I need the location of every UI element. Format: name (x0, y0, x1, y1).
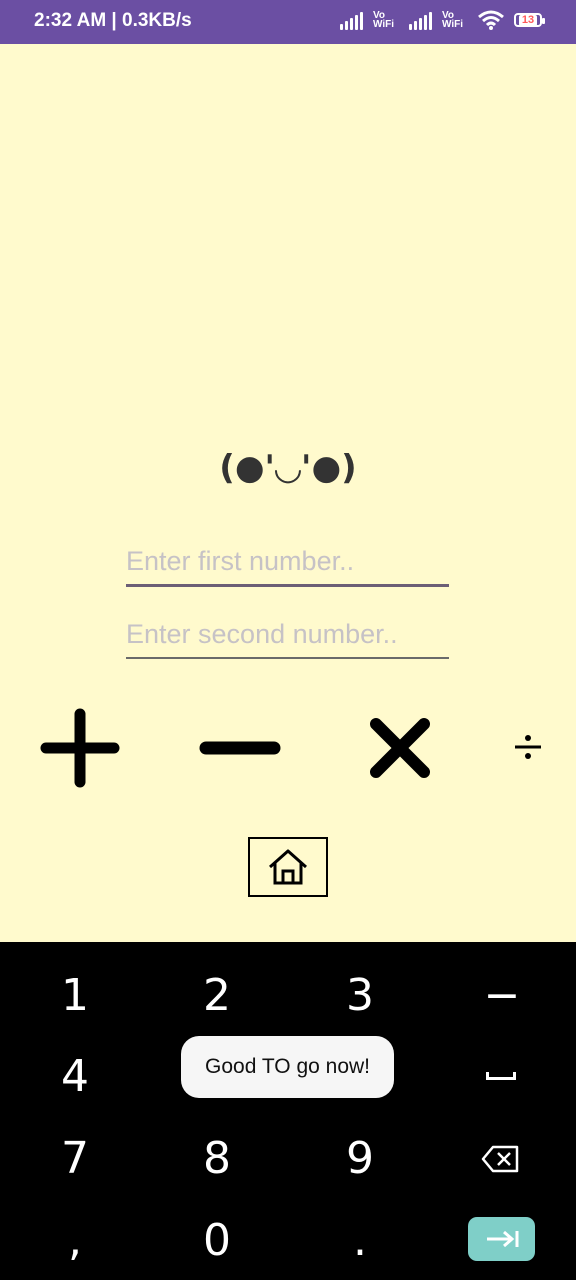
first-number-input[interactable] (126, 538, 449, 587)
signal-icon-2 (409, 10, 432, 30)
key-0[interactable]: 0 (167, 1206, 267, 1276)
status-bar: 2:32 AM | 0.3KB/s Vo WiFi Vo WiFi 13 (0, 0, 576, 44)
key-comma[interactable]: , (25, 1206, 125, 1276)
minus-button[interactable] (198, 736, 282, 760)
key-2[interactable]: 2 (167, 961, 267, 1031)
status-time: 2:32 AM | 0.3KB/s (34, 10, 192, 31)
backspace-icon[interactable] (481, 1144, 521, 1174)
toast-message: Good TO go now! (181, 1036, 394, 1098)
key-8[interactable]: 8 (167, 1124, 267, 1194)
key-minus[interactable]: − (452, 961, 552, 1031)
kaomoji-face: (●'◡'●) (219, 448, 357, 488)
tab-arrow-icon (486, 1230, 518, 1248)
key-3[interactable]: 3 (310, 961, 410, 1031)
second-number-input[interactable] (126, 611, 449, 659)
home-icon (269, 849, 307, 885)
key-7[interactable]: 7 (25, 1124, 125, 1194)
multiply-button[interactable] (368, 716, 432, 780)
plus-button[interactable] (40, 708, 120, 788)
signal-icon (340, 10, 363, 30)
home-button[interactable] (248, 837, 328, 897)
numeric-keyboard: 1 2 3 − 4 5 6 7 8 9 , 0 . (0, 942, 576, 1280)
key-space[interactable] (486, 1072, 516, 1080)
vowifi-label-1: Vo WiFi (373, 10, 395, 30)
divide-button[interactable] (511, 732, 545, 762)
key-4[interactable]: 4 (25, 1042, 125, 1112)
key-9[interactable]: 9 (310, 1124, 410, 1194)
battery-level: 13 (518, 14, 538, 26)
enter-key[interactable] (468, 1217, 535, 1261)
vowifi-label-2: Vo WiFi (442, 10, 464, 30)
battery-icon: 13 (514, 13, 545, 27)
key-1[interactable]: 1 (25, 961, 125, 1031)
key-dot[interactable]: . (310, 1206, 410, 1276)
wifi-icon (478, 10, 504, 30)
status-icons: Vo WiFi Vo WiFi 13 (340, 10, 545, 30)
